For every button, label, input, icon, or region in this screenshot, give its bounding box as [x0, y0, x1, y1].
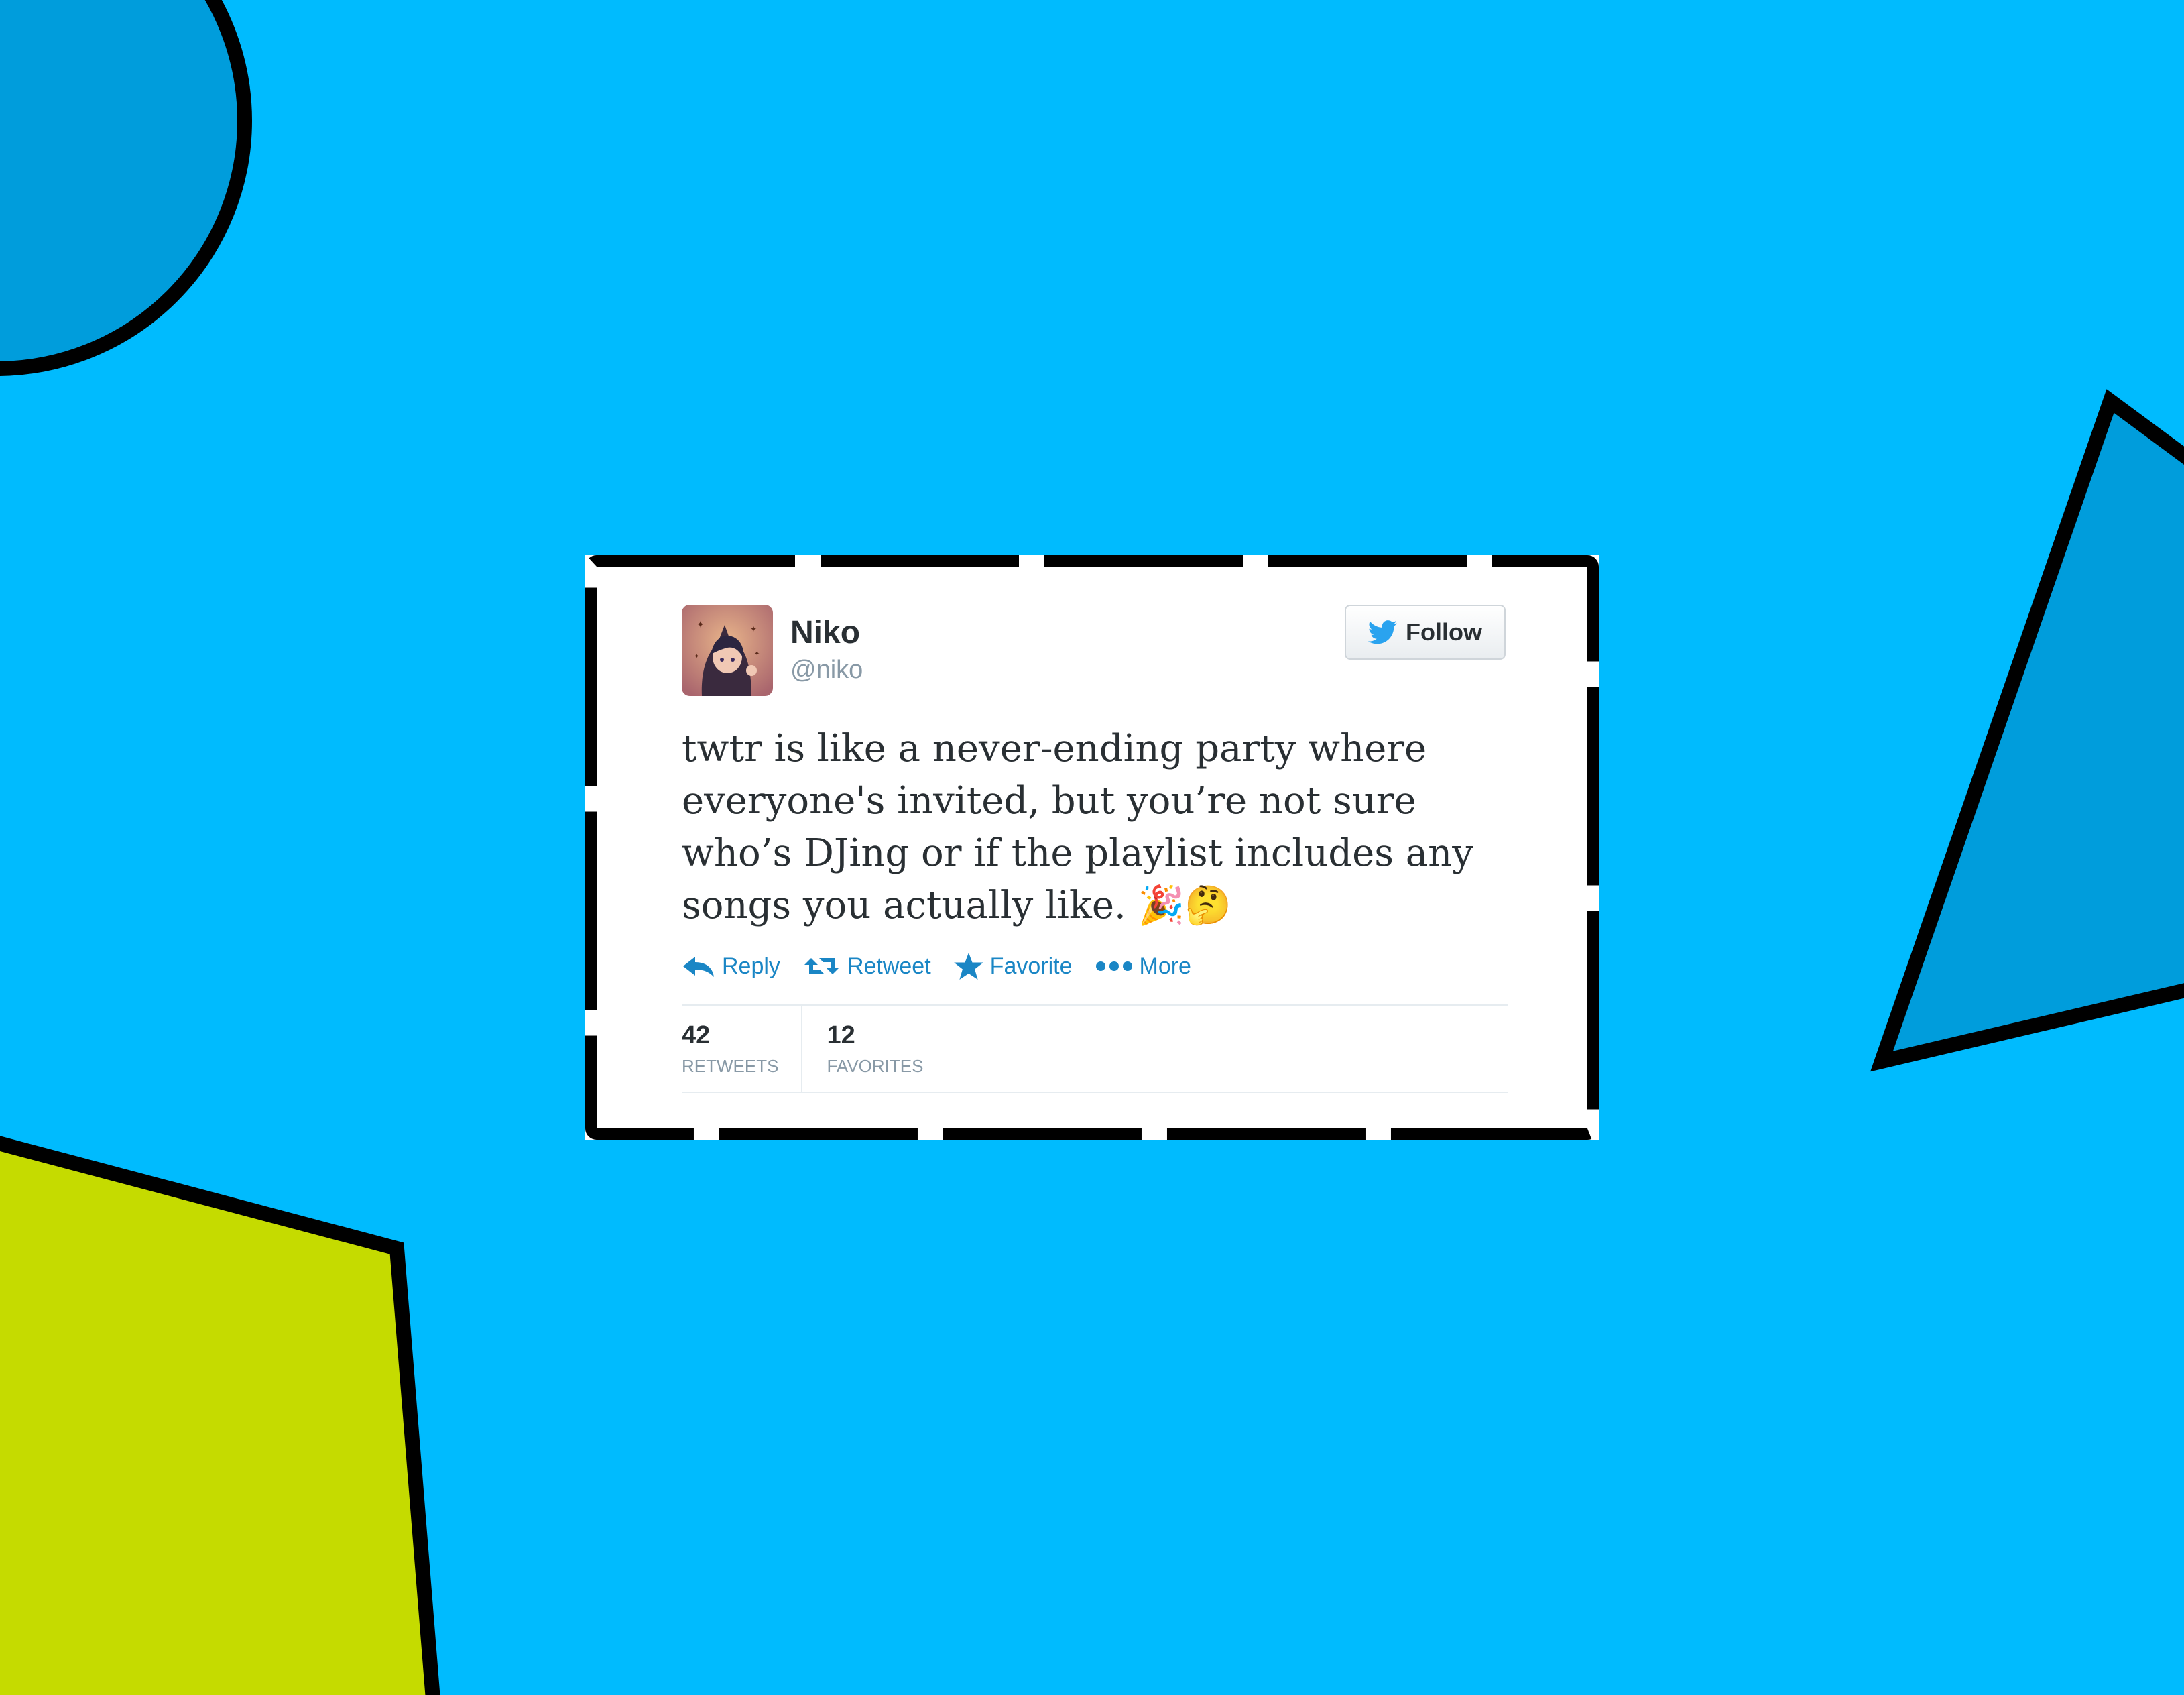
favorite-label: Favorite — [989, 953, 1073, 979]
svg-text:✦: ✦ — [694, 653, 699, 660]
background-quadrilateral — [0, 1136, 440, 1695]
twitter-bird-icon — [1368, 620, 1397, 644]
retweets-label: RETWEETS — [682, 1056, 779, 1077]
user-handle[interactable]: @niko — [790, 657, 863, 683]
follow-button[interactable]: Follow — [1345, 605, 1506, 660]
retweets-count: 42 — [682, 1020, 711, 1049]
tweet-card: ✦ ✦ ✦ ✦ Niko @niko Follow twtr is like a… — [585, 555, 1599, 1140]
more-dots-icon — [1095, 961, 1132, 971]
favorites-label: FAVORITES — [827, 1056, 924, 1077]
favorites-count: 12 — [827, 1020, 855, 1049]
reply-button[interactable]: Reply — [682, 953, 780, 980]
retweet-icon — [804, 958, 839, 974]
reply-label: Reply — [722, 953, 780, 979]
retweets-stat[interactable]: 42 RETWEETS — [682, 1006, 801, 1092]
avatar[interactable]: ✦ ✦ ✦ ✦ — [682, 605, 773, 696]
star-icon — [953, 953, 983, 980]
more-label: More — [1139, 953, 1191, 979]
follow-label: Follow — [1406, 618, 1482, 646]
favorite-button[interactable]: Favorite — [953, 953, 1073, 980]
avatar-anime-character-icon: ✦ ✦ ✦ ✦ — [682, 605, 773, 696]
retweet-label: Retweet — [847, 953, 931, 979]
reply-icon — [683, 957, 714, 977]
background-triangle — [1870, 389, 2184, 1072]
svg-text:✦: ✦ — [696, 619, 705, 630]
svg-text:✦: ✦ — [754, 650, 760, 658]
background-circle — [0, 0, 252, 376]
svg-text:✦: ✦ — [750, 624, 757, 634]
tweet-text: twtr is like a never-ending party where … — [682, 727, 1473, 927]
canvas: ✦ ✦ ✦ ✦ Niko @niko Follow twtr is like a… — [0, 0, 2184, 1695]
display-name[interactable]: Niko — [790, 617, 860, 649]
favorites-stat[interactable]: 12 FAVORITES — [801, 1006, 946, 1092]
more-button[interactable]: More — [1095, 953, 1191, 980]
tweet-stats: 42 RETWEETS 12 FAVORITES — [682, 1006, 946, 1092]
stats-bottom-divider — [682, 1092, 1508, 1093]
retweet-button[interactable]: Retweet — [803, 953, 931, 980]
tweet-actions: Reply Retweet Favorite More — [682, 949, 1214, 983]
